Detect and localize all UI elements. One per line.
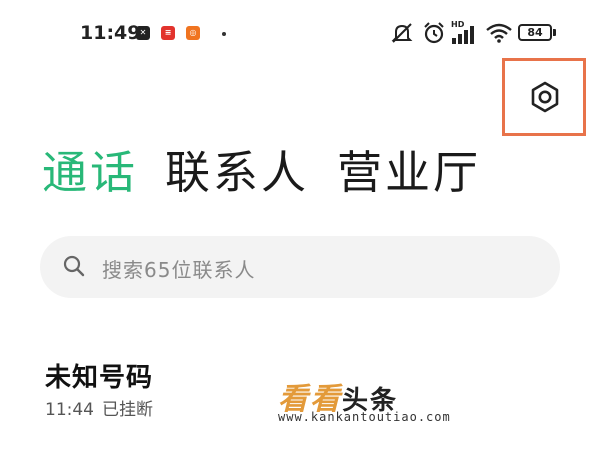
mute-icon xyxy=(391,23,413,43)
search-input[interactable]: 搜索65位联系人 xyxy=(102,254,255,283)
gear-icon[interactable] xyxy=(528,80,562,114)
tab-contacts[interactable]: 联系人 xyxy=(165,150,309,195)
tab-service-hall[interactable]: 营业厅 xyxy=(337,150,481,195)
capcut-app-icon: ✕ xyxy=(136,26,150,40)
wifi-icon xyxy=(486,23,512,43)
status-time: 11:49 xyxy=(80,22,141,44)
kuaishou-app-icon: ◎ xyxy=(186,26,200,40)
watermark-url: www.kankantoutiao.com xyxy=(278,410,451,424)
alarm-icon xyxy=(424,22,444,44)
signal-icon xyxy=(452,26,474,44)
call-log-name[interactable]: 未知号码 xyxy=(45,357,153,394)
notification-dot xyxy=(222,32,226,36)
call-log-details: 11:44 已挂断 xyxy=(45,395,153,420)
tab-calls[interactable]: 通话 xyxy=(42,150,138,195)
battery-indicator: 84 xyxy=(518,24,552,41)
battery-tip xyxy=(553,29,556,36)
call-log-status: 已挂断 xyxy=(102,400,153,420)
search-icon xyxy=(63,255,85,277)
battery-level: 84 xyxy=(527,26,543,39)
call-log-time: 11:44 xyxy=(45,400,94,420)
news-app-icon: ≡ xyxy=(161,26,175,40)
